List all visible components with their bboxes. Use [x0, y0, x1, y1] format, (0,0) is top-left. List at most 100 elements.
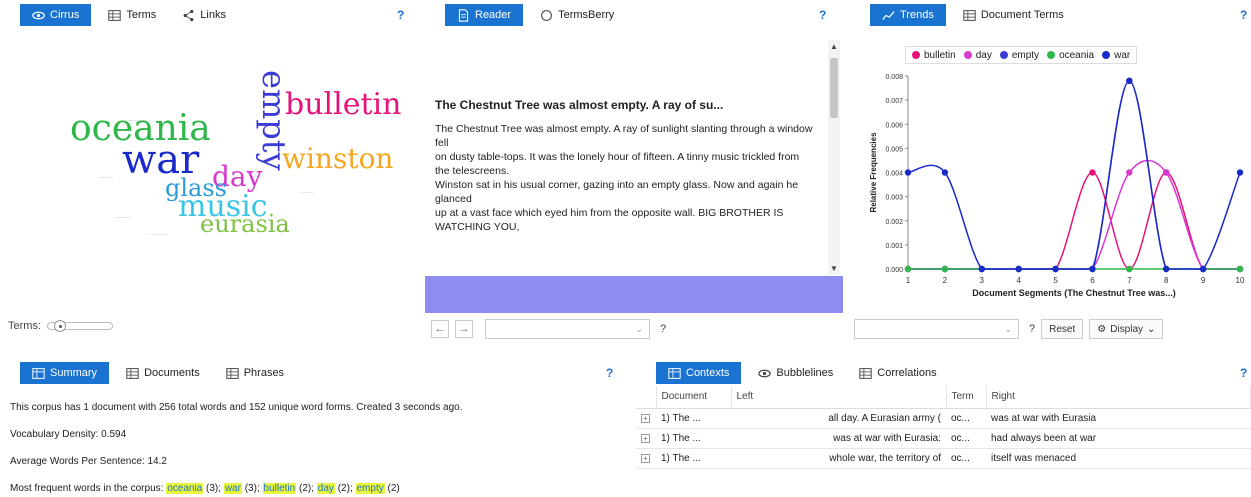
tab-trends[interactable]: Trends [870, 4, 946, 26]
search-help-button[interactable]: ? [660, 323, 666, 335]
cloud-minor-word: ············ [148, 232, 168, 238]
table-row[interactable]: + 1) The ... whole war, the territory of… [636, 448, 1251, 469]
legend-swatch [999, 51, 1008, 59]
data-point-war [941, 169, 949, 176]
x-tick-label: 6 [1090, 276, 1095, 285]
frequent-word[interactable]: empty [355, 483, 385, 494]
help-button[interactable]: ? [819, 8, 826, 22]
tab-label: TermsBerry [558, 9, 615, 21]
cell-left: whole war, the territory of [731, 448, 946, 469]
reset-button[interactable]: Reset [1041, 319, 1084, 339]
help-button[interactable]: ? [606, 366, 613, 380]
forward-button[interactable]: → [455, 320, 473, 338]
chevron-down-icon: ⌄ [1147, 323, 1156, 335]
slider-thumb[interactable] [54, 320, 66, 332]
reader-search-input[interactable]: ⌄ [485, 319, 650, 339]
cloud-minor-word: ········ [300, 190, 314, 196]
column-header-document[interactable]: Document [656, 386, 732, 409]
y-tick-label: 0.008 [885, 74, 903, 81]
table-row[interactable]: + 1) The ... all day. A Eurasian army ( … [636, 408, 1251, 429]
document-icon [458, 8, 469, 22]
reader-tabbar: Reader TermsBerry [425, 0, 843, 30]
plus-icon[interactable]: + [641, 414, 650, 423]
x-tick-label: 9 [1201, 276, 1206, 285]
column-header-term[interactable]: Term [946, 386, 987, 409]
legend-item-empty[interactable]: empty [999, 49, 1040, 61]
reader-title: The Chestnut Tree was almost empty. A ra… [435, 98, 724, 112]
plus-icon[interactable]: + [641, 454, 650, 463]
frequent-word[interactable]: oceania [166, 483, 204, 494]
series-line-war [907, 80, 1241, 270]
cloud-word-eurasia[interactable]: eurasia [200, 212, 290, 236]
row-expander[interactable]: + [636, 448, 656, 469]
data-point-war [1126, 77, 1133, 85]
terms-slider[interactable] [47, 320, 113, 332]
series-line-empty [908, 80, 1240, 270]
tab-label: Phrases [243, 367, 285, 379]
cell-right: had always been at war [986, 428, 1251, 449]
help-button[interactable]: ? [1240, 366, 1247, 380]
frequent-word[interactable]: war [223, 483, 242, 494]
cell-left: all day. A Eurasian army ( [731, 408, 946, 429]
legend-item-oceania[interactable]: oceania [1047, 50, 1094, 61]
legend-label: empty [1011, 49, 1040, 61]
data-point-war [1052, 265, 1059, 273]
cloud-word-bulletin[interactable]: bulletin [285, 90, 401, 120]
average-words-per-sentence: Average Words Per Sentence: 14.2 [10, 456, 167, 467]
tab-termsberry[interactable]: TermsBerry [531, 4, 623, 26]
frequent-word[interactable]: day [316, 483, 335, 494]
table-row[interactable]: + 1) The ... was at war with Eurasia: oc… [636, 428, 1251, 449]
document-position-bar[interactable] [425, 276, 843, 313]
frequent-count: (2) [387, 483, 400, 494]
column-header-left[interactable]: Left [731, 386, 947, 409]
column-header-right[interactable]: Right [986, 386, 1251, 409]
tab-document-terms[interactable]: Document Terms [954, 4, 1073, 26]
search-help-button[interactable]: ? [1029, 323, 1035, 335]
chart-legend: bulletin day empty oceania war [905, 46, 1138, 64]
scroll-thumb[interactable] [830, 58, 838, 118]
reader-panel: Reader TermsBerry ? The Chestnut Tree wa… [425, 0, 843, 345]
row-expander[interactable]: + [636, 428, 656, 449]
legend-item-day[interactable]: day [963, 50, 992, 61]
tab-summary[interactable]: Summary [20, 362, 110, 384]
reader-text: The Chestnut Tree was almost empty. A ra… [435, 122, 818, 234]
tab-correlations[interactable]: Correlations [850, 362, 945, 384]
tab-documents[interactable]: Documents [117, 362, 209, 384]
display-button[interactable]: ⚙ Display ⌄ [1089, 319, 1164, 339]
row-expander[interactable]: + [636, 408, 656, 429]
legend-swatch [1047, 51, 1056, 59]
frequent-word[interactable]: bulletin [262, 483, 297, 494]
cloud-minor-word: ········· [98, 175, 113, 181]
help-button[interactable]: ? [1240, 8, 1247, 22]
plus-icon[interactable]: + [641, 434, 650, 443]
data-point-war [1199, 265, 1207, 273]
tab-contexts[interactable]: Contexts [656, 362, 742, 384]
back-button[interactable]: ← [431, 320, 449, 338]
x-tick-label: 5 [1053, 276, 1058, 285]
legend-item-war[interactable]: war [1102, 50, 1130, 61]
contexts-tabbar: Contexts Bubblelines Correlations [636, 358, 1251, 388]
term-search-input[interactable]: ⌄ [854, 319, 1019, 339]
tab-label: Summary [50, 367, 98, 379]
tab-label: Reader [475, 9, 512, 21]
scroll-down-icon[interactable]: ▼ [828, 264, 840, 273]
data-point-bulletin [1089, 169, 1096, 176]
arrow-right-icon: → [458, 323, 470, 335]
data-point-day [1163, 169, 1170, 176]
frequent-count: (2) [299, 483, 312, 494]
cloud-word-winston[interactable]: winston [282, 145, 393, 173]
y-axis-label: Relative Frequencies [869, 132, 878, 213]
legend-swatch [912, 51, 920, 59]
tab-reader[interactable]: Reader [445, 4, 524, 26]
table-icon [226, 367, 239, 379]
table-icon [32, 367, 45, 379]
legend-item-bulletin[interactable]: bulletin [912, 50, 956, 61]
cell-left: was at war with Eurasia: [731, 428, 946, 449]
scroll-up-icon[interactable]: ▲ [828, 42, 840, 51]
contexts-panel: Contexts Bubblelines Correlations ? Docu… [636, 358, 1251, 497]
cloud-minor-word: ············ [126, 118, 146, 124]
data-point-war [978, 265, 985, 273]
tab-phrases[interactable]: Phrases [217, 362, 293, 384]
tab-bubblelines[interactable]: Bubblelines [749, 362, 842, 384]
reader-scrollbar[interactable]: ▲ ▼ [828, 40, 840, 275]
